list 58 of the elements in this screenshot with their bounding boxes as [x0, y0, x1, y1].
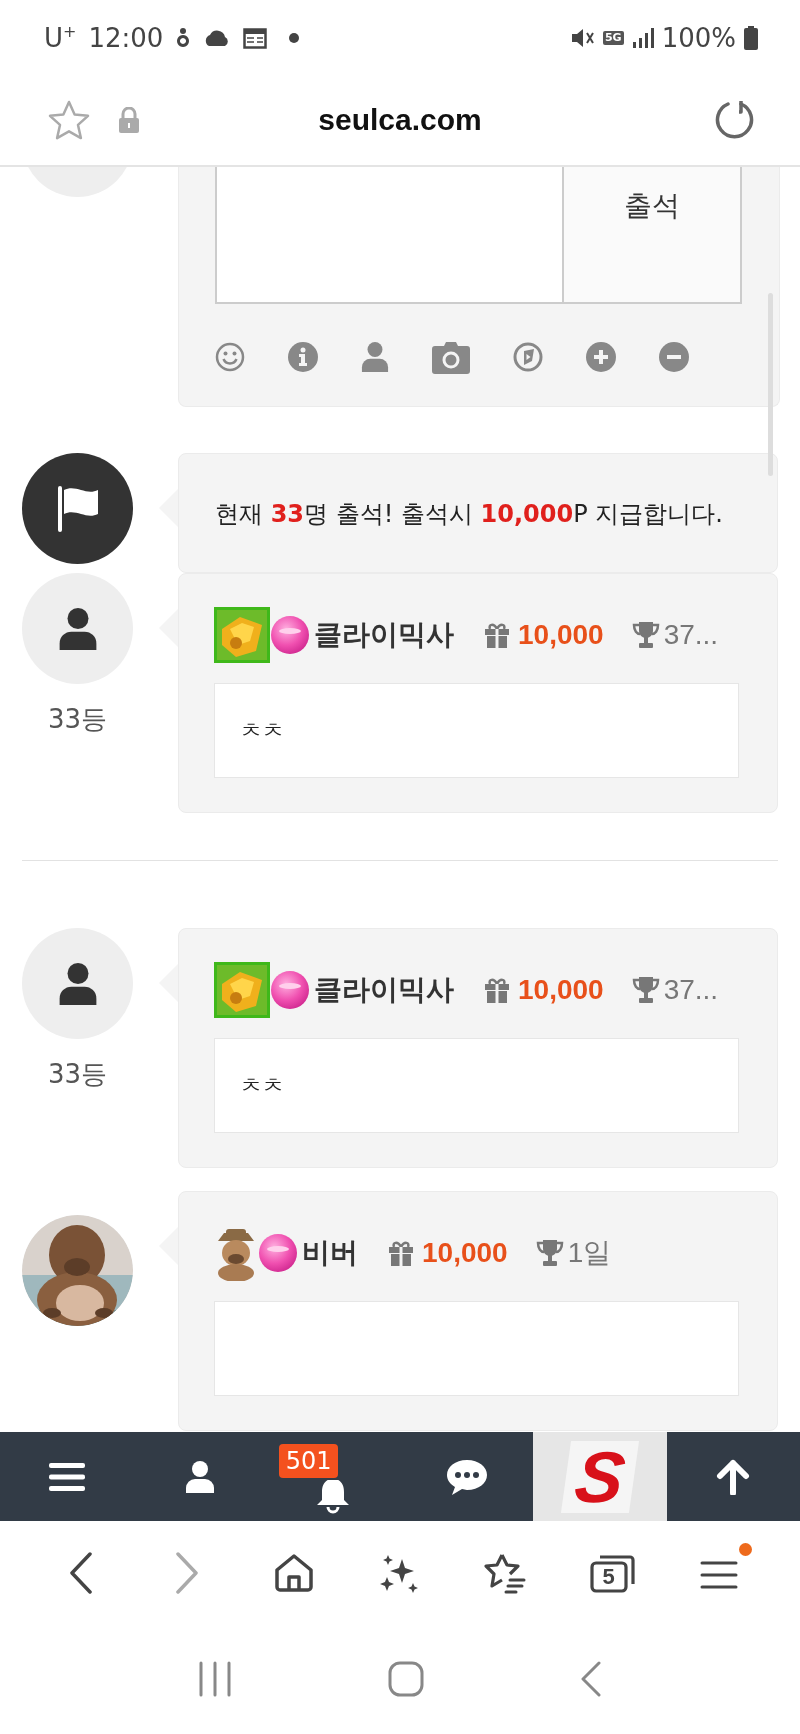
- carrier-text: U$^{+}$: [44, 22, 77, 53]
- orb-icon: [270, 615, 310, 655]
- trophy-icon: [535, 1239, 564, 1267]
- info-icon[interactable]: [288, 342, 318, 372]
- minus-icon[interactable]: [659, 342, 689, 372]
- trophy-text: 37...: [663, 974, 719, 1006]
- video-icon[interactable]: [513, 342, 543, 372]
- orb-icon: [270, 970, 310, 1010]
- recent-apps-icon[interactable]: [198, 1661, 232, 1697]
- home-icon[interactable]: [273, 1552, 314, 1593]
- orb-icon: [258, 1233, 298, 1273]
- site-logo[interactable]: S: [560, 1440, 640, 1513]
- chat-icon[interactable]: [444, 1457, 489, 1496]
- refresh-icon[interactable]: [714, 99, 756, 141]
- gift-icon: [484, 977, 510, 1003]
- trophy-icon: [631, 976, 660, 1004]
- star-icon[interactable]: [48, 100, 90, 140]
- username-text[interactable]: 비버: [302, 1234, 358, 1272]
- comment-input-field[interactable]: [215, 167, 564, 304]
- notice-text: 현재 33명 출석! 출석시 10,000P 지급합니다.: [214, 499, 724, 530]
- arrow-up-icon[interactable]: [715, 1458, 752, 1495]
- plus-icon[interactable]: [586, 342, 616, 372]
- signal-icon: [631, 27, 654, 48]
- mute-icon: [570, 26, 595, 49]
- calendar-icon: [243, 26, 268, 49]
- comment-text: ㅊㅊ: [240, 716, 284, 745]
- location-icon: [175, 26, 192, 49]
- trophy-icon: [631, 621, 660, 649]
- camera-icon[interactable]: [432, 342, 470, 374]
- emoji-icon[interactable]: [215, 342, 245, 372]
- home-button-icon[interactable]: [388, 1661, 424, 1697]
- url-text[interactable]: seulca.com: [318, 103, 482, 136]
- rank-text: 33등: [47, 703, 108, 736]
- attendance-button[interactable]: 출석: [564, 167, 742, 304]
- menu-icon[interactable]: [48, 1461, 85, 1492]
- lock-icon: [118, 107, 140, 133]
- trophy-text: 37...: [663, 619, 719, 651]
- gift-icon: [388, 1240, 414, 1266]
- rank-text: 33등: [47, 1058, 108, 1091]
- network-icon: 5G: [602, 30, 624, 45]
- comment-text: ㅊㅊ: [240, 1071, 284, 1100]
- scrollbar[interactable]: [768, 293, 773, 476]
- points-text: 10,000: [518, 974, 604, 1006]
- level-badge-icon: [214, 962, 270, 1018]
- level-badge-icon: [214, 607, 270, 663]
- user-icon[interactable]: [185, 1459, 215, 1494]
- trophy-text: 1일: [567, 1236, 612, 1270]
- dot-icon: [289, 32, 300, 43]
- gift-icon: [484, 622, 510, 648]
- battery-icon: [744, 25, 758, 50]
- username-text[interactable]: 클라이믹사: [314, 616, 454, 654]
- points-text: 10,000: [518, 619, 604, 651]
- username-text[interactable]: 클라이믹사: [314, 971, 454, 1009]
- points-text: 10,000: [422, 1237, 508, 1269]
- battery-text: 100%: [661, 22, 736, 53]
- back-icon[interactable]: [69, 1551, 94, 1594]
- clock-text: 12:00: [88, 22, 164, 53]
- notification-badge: 501: [278, 1444, 339, 1478]
